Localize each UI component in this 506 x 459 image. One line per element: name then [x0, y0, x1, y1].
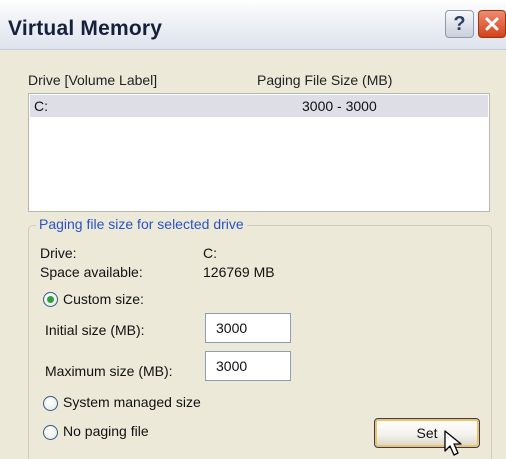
close-x-icon: [485, 17, 499, 31]
radio-selected-dot: [47, 296, 54, 303]
space-available-label: Space available:: [40, 264, 143, 280]
custom-size-radio[interactable]: [43, 292, 58, 307]
drive-cell: C:: [34, 98, 48, 114]
maximum-size-label: Maximum size (MB):: [45, 363, 173, 379]
drive-listbox[interactable]: C: 3000 - 3000: [28, 93, 490, 212]
paging-size-cell: 3000 - 3000: [302, 98, 377, 114]
initial-size-input[interactable]: [205, 313, 291, 343]
close-button[interactable]: [478, 10, 506, 38]
drive-label: Drive:: [40, 245, 77, 261]
drive-row-c[interactable]: C: 3000 - 3000: [30, 95, 488, 117]
drive-value: C:: [203, 245, 217, 261]
column-header-paging-size: Paging File Size (MB): [257, 72, 393, 88]
virtual-memory-dialog: Virtual Memory ? Drive [Volume Label] Pa…: [0, 0, 506, 459]
space-available-value: 126769 MB: [203, 264, 275, 280]
column-header-drive: Drive [Volume Label]: [28, 72, 158, 88]
initial-size-label: Initial size (MB):: [45, 322, 145, 338]
question-mark-icon: ?: [453, 13, 466, 35]
custom-size-label[interactable]: Custom size:: [63, 291, 144, 307]
no-paging-file-label[interactable]: No paging file: [63, 423, 149, 439]
system-managed-radio[interactable]: [43, 396, 58, 411]
groupbox-legend: Paging file size for selected drive: [36, 216, 247, 232]
no-paging-file-radio[interactable]: [43, 425, 58, 440]
title-bar[interactable]: Virtual Memory ?: [0, 0, 506, 50]
system-managed-label[interactable]: System managed size: [63, 394, 201, 410]
help-button[interactable]: ?: [445, 10, 474, 38]
window-title: Virtual Memory: [8, 17, 163, 40]
maximum-size-input[interactable]: [205, 351, 291, 381]
mouse-pointer-icon: [444, 430, 462, 456]
